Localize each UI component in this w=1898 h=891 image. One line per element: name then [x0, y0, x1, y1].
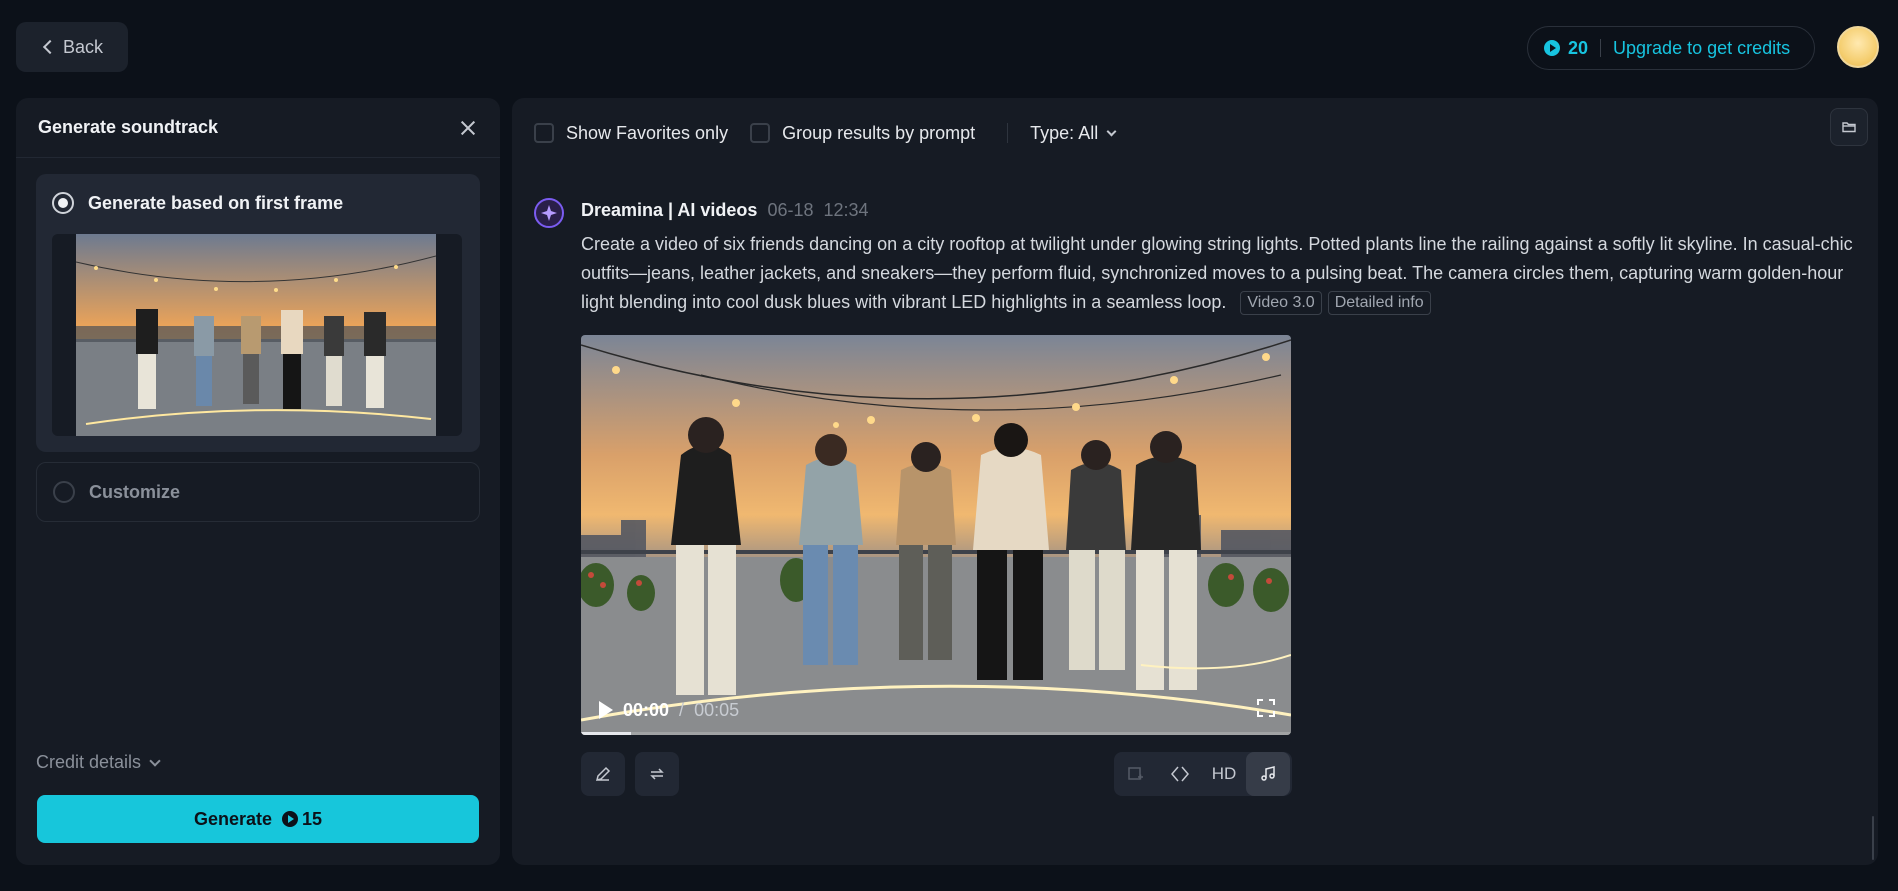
music-icon — [1261, 766, 1275, 781]
video-progress-bar[interactable] — [581, 732, 1291, 735]
frame-interpolation-button[interactable] — [1114, 752, 1158, 796]
generate-cost-value: 15 — [302, 808, 323, 829]
option-first-frame[interactable]: Generate based on first frame — [36, 174, 480, 452]
folder-button[interactable] — [1830, 108, 1868, 146]
video-progress-fill — [581, 732, 631, 735]
back-button[interactable]: Back — [16, 22, 128, 72]
filter-bar: Show Favorites only Group results by pro… — [534, 118, 1117, 148]
model-tag[interactable]: Video 3.0 — [1240, 291, 1322, 315]
generate-label: Generate — [193, 808, 272, 829]
video-frame — [581, 335, 1291, 735]
chevron-down-icon — [149, 754, 161, 767]
folder-icon — [1842, 122, 1856, 133]
back-label: Back — [62, 36, 104, 57]
type-dropdown[interactable]: Type: All — [1030, 122, 1117, 144]
play-icon[interactable] — [599, 701, 613, 719]
current-time: 00:00 — [623, 699, 670, 720]
option-label: Generate based on first frame — [88, 192, 344, 213]
close-icon[interactable] — [458, 118, 478, 138]
panel-title: Generate soundtrack — [38, 117, 219, 137]
group-checkbox[interactable] — [750, 123, 771, 143]
soundtrack-panel: Generate soundtrack Generate based on fi… — [16, 98, 500, 865]
first-frame-preview — [52, 234, 462, 436]
group-filter[interactable]: Group results by prompt — [750, 123, 975, 144]
extend-button[interactable] — [1158, 752, 1202, 796]
results-panel: Show Favorites only Group results by pro… — [512, 98, 1878, 865]
group-label: Group results by prompt — [782, 122, 976, 143]
extend-icon — [1171, 766, 1189, 782]
video-tools: HD — [1114, 752, 1292, 796]
detailed-info-tag[interactable]: Detailed info — [1327, 291, 1431, 315]
soundtrack-button[interactable] — [1246, 752, 1290, 796]
result-date: 06-18 — [767, 200, 814, 220]
credit-details-label: Credit details — [36, 752, 142, 772]
type-label: Type: All — [1030, 122, 1099, 143]
chevron-left-icon — [42, 39, 58, 55]
prompt-text: Create a video of six friends dancing on… — [581, 230, 1861, 317]
fullscreen-icon[interactable] — [1257, 699, 1275, 717]
credits-pill: 20 Upgrade to get credits — [1527, 26, 1815, 70]
author-name: Dreamina | AI videos — [581, 200, 758, 220]
coin-icon — [282, 811, 298, 827]
option-customize[interactable]: Customize — [36, 462, 480, 522]
credits-count: 20 — [1568, 37, 1589, 58]
scrollbar[interactable] — [1872, 816, 1874, 860]
generate-button[interactable]: Generate 15 — [37, 795, 479, 843]
video-controls: 00:00 / 00:05 — [581, 685, 1291, 735]
favorites-label: Show Favorites only — [566, 122, 729, 143]
panel-header: Generate soundtrack — [16, 98, 500, 158]
credit-details-toggle[interactable]: Credit details — [36, 752, 161, 773]
hd-button[interactable]: HD — [1202, 752, 1246, 796]
chevron-down-icon — [1106, 126, 1117, 136]
frame-interpolation-icon — [1128, 767, 1143, 780]
favorites-filter[interactable]: Show Favorites only — [534, 123, 728, 144]
avatar[interactable] — [1837, 26, 1879, 68]
edit-button[interactable] — [581, 752, 625, 796]
first-frame-thumbnail — [76, 234, 436, 436]
time-separator: / — [679, 699, 685, 720]
result-time: 12:34 — [823, 200, 869, 220]
radio-icon[interactable] — [52, 192, 74, 214]
regenerate-icon — [650, 768, 664, 780]
generate-cost: 15 — [282, 809, 322, 830]
prompt-body: Create a video of six friends dancing on… — [581, 234, 1853, 312]
filter-divider — [1007, 123, 1009, 143]
favorites-checkbox[interactable] — [534, 123, 554, 143]
option-label: Customize — [89, 481, 181, 502]
result-meta: Dreamina | AI videos 06-18 12:34 — [581, 200, 869, 221]
radio-icon[interactable] — [53, 481, 75, 503]
regenerate-button[interactable] — [635, 752, 679, 796]
duration: 00:05 — [694, 699, 740, 720]
video-player[interactable]: 00:00 / 00:05 — [581, 335, 1291, 735]
coin-icon — [1544, 40, 1560, 56]
pill-divider — [1600, 39, 1602, 57]
dreamina-logo-icon — [534, 198, 564, 228]
upgrade-link[interactable]: Upgrade to get credits — [1613, 38, 1790, 59]
edit-icon — [595, 766, 611, 782]
